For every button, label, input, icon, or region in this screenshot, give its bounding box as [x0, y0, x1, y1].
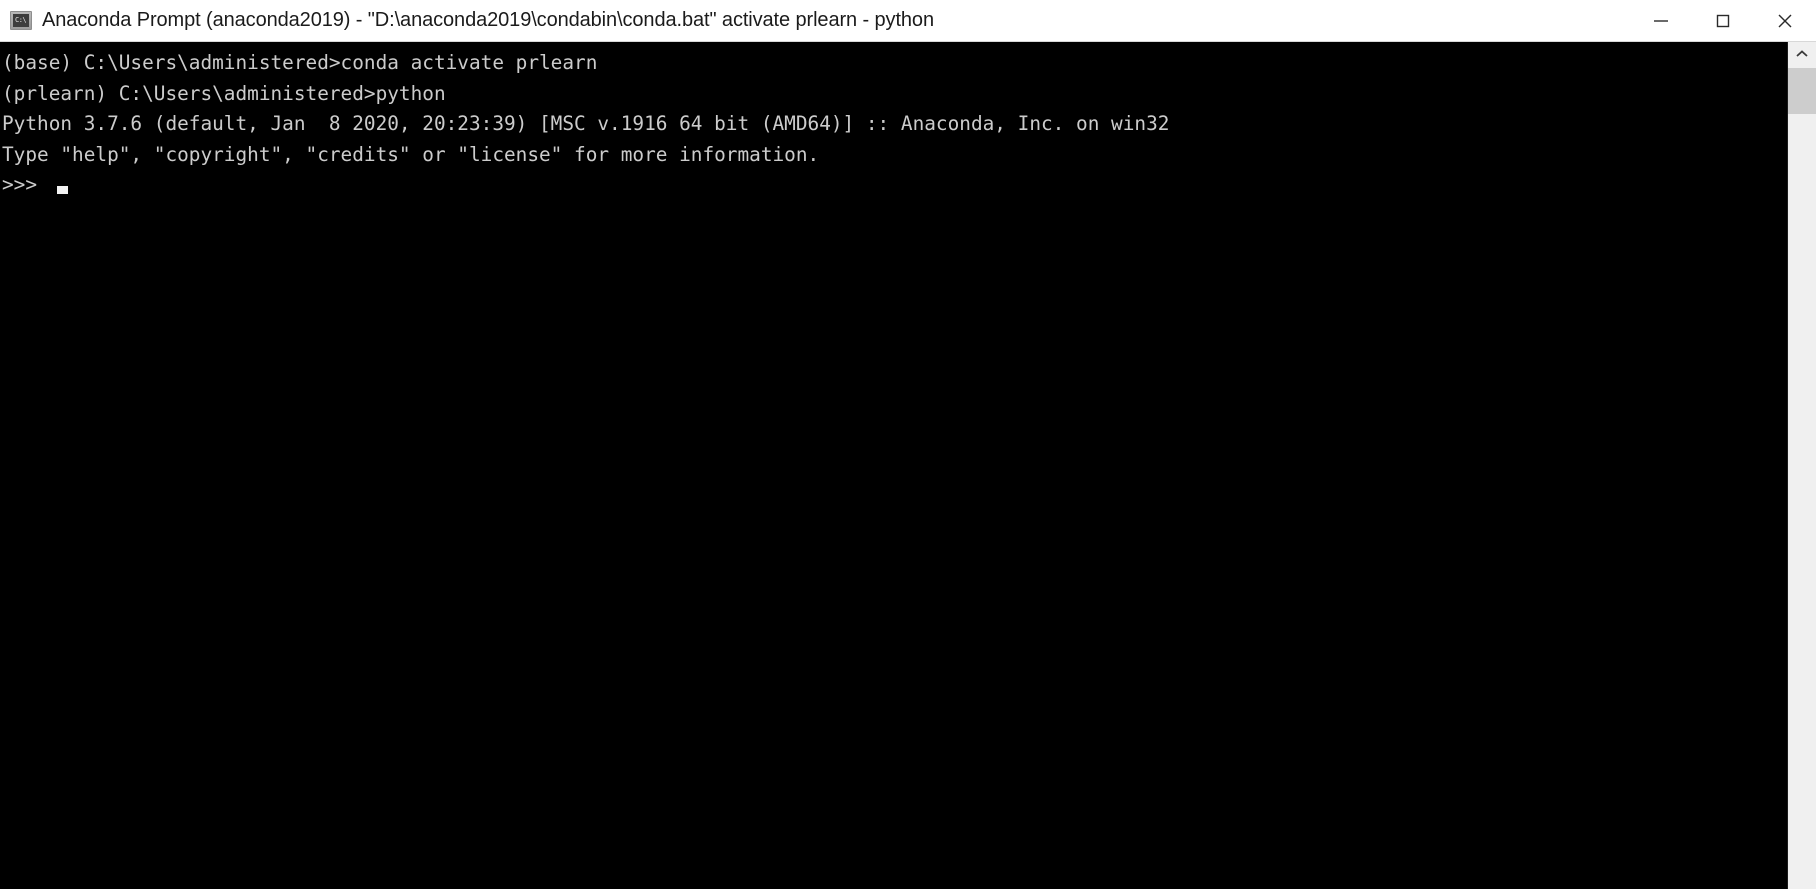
- terminal-output[interactable]: (base) C:\Users\administered>conda activ…: [0, 42, 1787, 889]
- maximize-button[interactable]: [1692, 0, 1754, 42]
- close-icon: [1773, 9, 1797, 33]
- minimize-icon: [1650, 10, 1672, 32]
- titlebar[interactable]: C:\ Anaconda Prompt (anaconda2019) - "D:…: [0, 0, 1816, 42]
- vertical-scrollbar[interactable]: [1787, 42, 1816, 889]
- terminal-line-python-command: (prlearn) C:\Users\administered>python: [2, 81, 446, 105]
- terminal-line-conda-activate: (base) C:\Users\administered>conda activ…: [2, 51, 598, 74]
- scrollbar-thumb[interactable]: [1788, 68, 1816, 114]
- scroll-up-button[interactable]: [1788, 42, 1816, 68]
- scrollbar-track[interactable]: [1788, 68, 1816, 889]
- close-button[interactable]: [1754, 0, 1816, 42]
- window-controls: [1630, 0, 1816, 42]
- python-prompt: >>>: [2, 173, 38, 196]
- minimize-button[interactable]: [1630, 0, 1692, 42]
- chevron-up-icon: [1795, 46, 1809, 64]
- console-icon: C:\: [10, 11, 32, 30]
- terminal-line-help-hint: Type "help", "copyright", "credits" or "…: [2, 142, 820, 166]
- maximize-icon: [1712, 10, 1734, 32]
- console-area: (base) C:\Users\administered>conda activ…: [0, 42, 1816, 889]
- window-title: Anaconda Prompt (anaconda2019) - "D:\ana…: [42, 9, 934, 31]
- console-icon-glyph: C:\: [15, 16, 27, 24]
- anaconda-prompt-window: C:\ Anaconda Prompt (anaconda2019) - "D:…: [0, 0, 1816, 889]
- python-prompt-line[interactable]: >>>: [2, 170, 1787, 201]
- terminal-line-python-version: Python 3.7.6 (default, Jan 8 2020, 20:23…: [2, 112, 1170, 135]
- block-cursor-icon: [57, 186, 69, 195]
